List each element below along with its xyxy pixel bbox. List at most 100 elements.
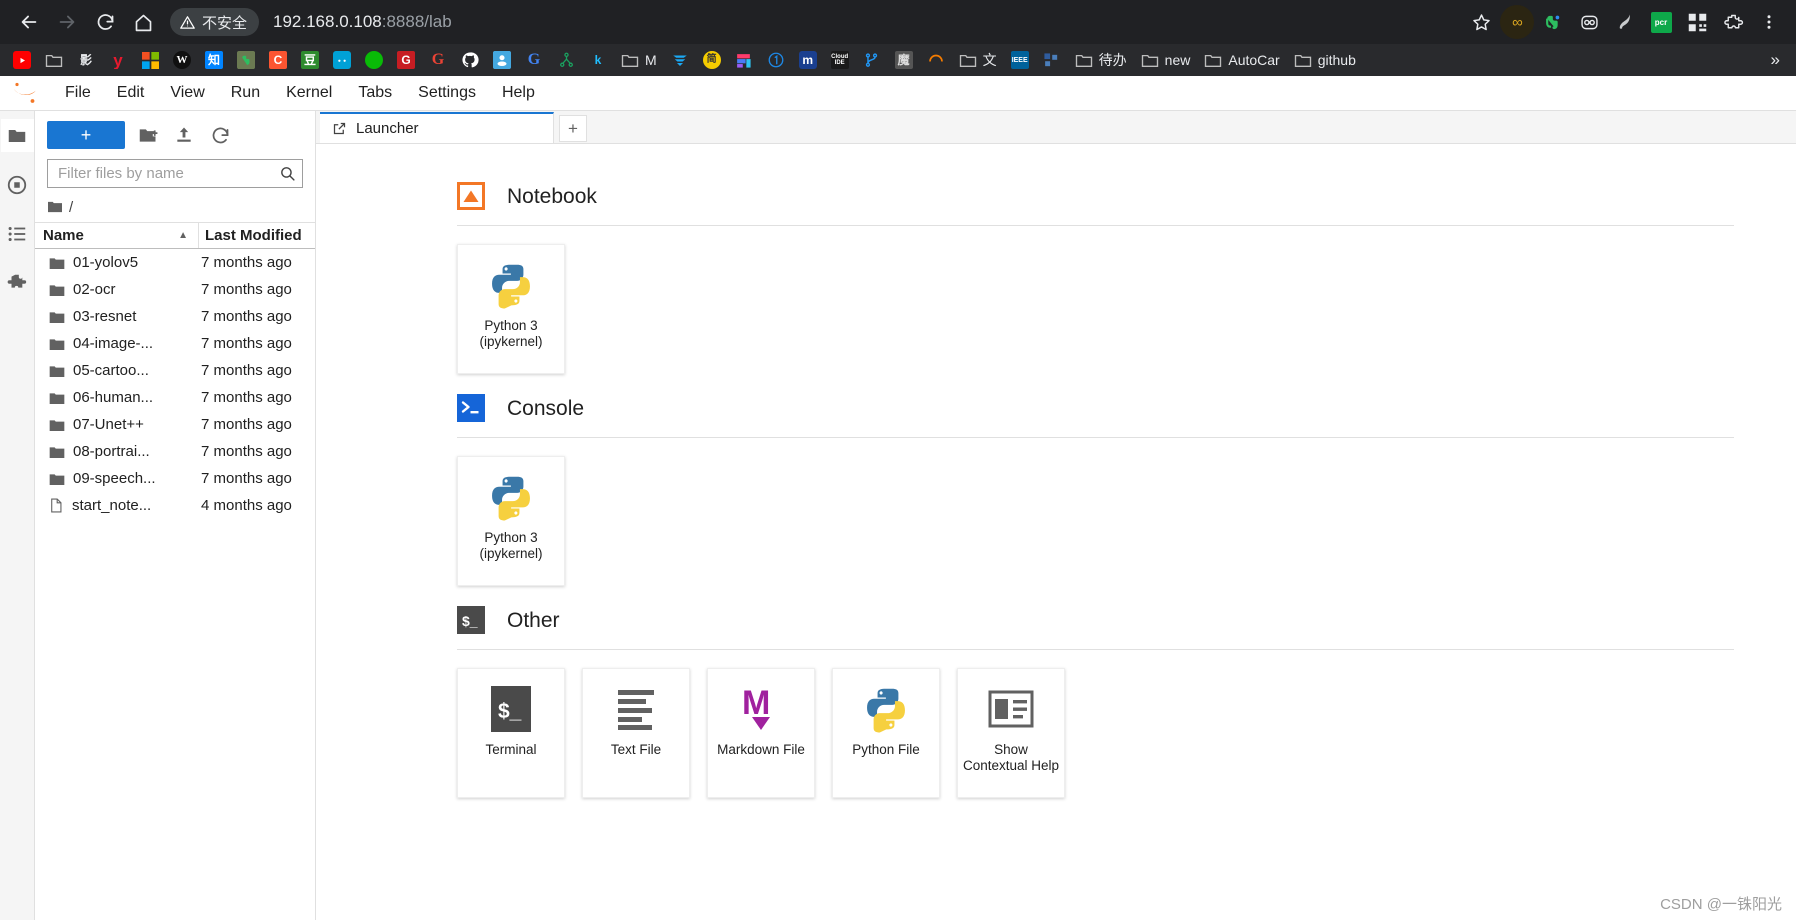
jupyter-logo-icon xyxy=(6,78,44,108)
sidebar-item-file-browser[interactable] xyxy=(0,119,34,152)
file-list-item[interactable]: 08-portrai... 7 months ago xyxy=(35,438,315,465)
upload-icon[interactable] xyxy=(171,122,197,148)
menu-edit[interactable]: Edit xyxy=(104,81,158,105)
bookmarks-overflow-button[interactable]: » xyxy=(1761,50,1790,70)
bookmark-item[interactable]: G xyxy=(390,48,422,72)
bookmark-item[interactable]: 影 xyxy=(70,48,102,72)
launcher-card[interactable]: Text File xyxy=(582,668,690,798)
bookmark-item[interactable]: github xyxy=(1287,48,1363,72)
bookmark-item[interactable]: G xyxy=(518,48,550,72)
launcher-card[interactable]: Python File xyxy=(832,668,940,798)
bookmark-item[interactable] xyxy=(230,48,262,72)
filter-files-field[interactable] xyxy=(47,159,303,188)
bookmark-item[interactable] xyxy=(1036,48,1068,72)
new-folder-icon[interactable] xyxy=(135,122,161,148)
bookmark-item[interactable]: IEEE xyxy=(1004,48,1036,72)
launcher-card[interactable]: Show Contextual Help xyxy=(957,668,1065,798)
file-list-item[interactable]: 05-cartoo... 7 months ago xyxy=(35,357,315,384)
bookmark-item[interactable]: M xyxy=(614,48,664,72)
qrcode-extension-icon[interactable] xyxy=(1680,5,1714,39)
add-tab-button[interactable]: + xyxy=(559,115,587,142)
file-list-item[interactable]: 01-yolov5 7 months ago xyxy=(35,249,315,276)
bookmark-item[interactable] xyxy=(134,48,166,72)
folder-icon xyxy=(49,256,65,270)
bookmark-item[interactable]: Cloud IDE xyxy=(824,48,856,72)
file-list-item[interactable]: start_note... 4 months ago xyxy=(35,492,315,519)
other-terminal-icon: $_ xyxy=(457,606,487,636)
bookmark-item[interactable]: 简 xyxy=(696,48,728,72)
bookmark-item[interactable] xyxy=(454,48,486,72)
sidebar-item-commands[interactable] xyxy=(1,217,34,250)
bookmark-item[interactable] xyxy=(326,48,358,72)
launcher-section: Notebook Python 3 (ipykernel) xyxy=(316,182,1796,388)
address-bar[interactable]: 不安全 192.168.0.108:8888/lab xyxy=(170,6,1456,38)
bookmark-item[interactable] xyxy=(486,48,518,72)
puzzle-extensions-icon[interactable] xyxy=(1716,5,1750,39)
bookmark-item[interactable] xyxy=(728,48,760,72)
menu-tabs[interactable]: Tabs xyxy=(345,81,405,105)
launcher-card[interactable]: Python 3 (ipykernel) xyxy=(457,456,565,586)
tab-launcher[interactable]: Launcher xyxy=(320,112,554,143)
launcher-card[interactable]: Python 3 (ipykernel) xyxy=(457,244,565,374)
sidebar-item-extension-manager[interactable] xyxy=(1,266,34,299)
bookmark-item[interactable] xyxy=(760,48,792,72)
launcher-card[interactable]: M Markdown File xyxy=(707,668,815,798)
bookmark-item[interactable] xyxy=(856,48,888,72)
file-list-item[interactable]: 03-resnet 7 months ago xyxy=(35,303,315,330)
bookmark-item[interactable] xyxy=(6,48,38,72)
back-button[interactable] xyxy=(10,3,48,41)
menu-run[interactable]: Run xyxy=(218,81,273,105)
bookmark-item[interactable] xyxy=(38,48,70,72)
bookmark-item[interactable]: C xyxy=(262,48,294,72)
bookmark-item[interactable]: new xyxy=(1134,48,1198,72)
bookmark-item[interactable]: AutoCar xyxy=(1197,48,1286,72)
file-list-item[interactable]: 06-human... 7 months ago xyxy=(35,384,315,411)
menu-kernel[interactable]: Kernel xyxy=(273,81,345,105)
refresh-icon[interactable] xyxy=(207,122,233,148)
bookmark-item[interactable]: 魔 xyxy=(888,48,920,72)
browser-menu-icon[interactable] xyxy=(1752,5,1786,39)
reload-button[interactable] xyxy=(86,3,124,41)
star-icon[interactable] xyxy=(1464,5,1498,39)
file-list-item[interactable]: 02-ocr 7 months ago xyxy=(35,276,315,303)
file-list-item[interactable]: 07-Unet++ 7 months ago xyxy=(35,411,315,438)
bookmark-item[interactable]: 豆 xyxy=(294,48,326,72)
home-button[interactable] xyxy=(124,3,162,41)
file-list-item[interactable]: 09-speech... 7 months ago xyxy=(35,465,315,492)
column-header-last-modified[interactable]: Last Modified xyxy=(199,223,315,248)
bird-extension-icon[interactable] xyxy=(1608,5,1642,39)
bookmark-item[interactable]: 文 xyxy=(952,47,1004,73)
sidebar-item-running-terminals[interactable] xyxy=(1,168,34,201)
infinity-extension-icon[interactable]: ∞ xyxy=(1500,5,1534,39)
file-modified: 7 months ago xyxy=(201,281,292,298)
bookmark-item[interactable]: W xyxy=(166,48,198,72)
breadcrumb[interactable]: / xyxy=(35,196,315,222)
bookmark-item[interactable]: m xyxy=(792,48,824,72)
bookmark-item[interactable]: 待办 xyxy=(1068,47,1134,73)
bookmark-item[interactable]: G xyxy=(422,48,454,72)
evernote-icon xyxy=(237,51,255,69)
new-launcher-button[interactable]: + xyxy=(47,121,125,149)
security-status-chip[interactable]: 不安全 xyxy=(170,8,260,36)
bookmark-item[interactable] xyxy=(358,48,390,72)
file-list: 01-yolov5 7 months ago 02-ocr 7 months ago 0… xyxy=(35,249,315,920)
menu-settings[interactable]: Settings xyxy=(405,81,489,105)
menu-file[interactable]: File xyxy=(52,81,104,105)
bookmark-item[interactable] xyxy=(550,48,582,72)
bookmark-item[interactable] xyxy=(664,48,696,72)
bookmark-item[interactable]: 知 xyxy=(198,48,230,72)
menu-view[interactable]: View xyxy=(157,81,217,105)
qr-scan-extension-icon[interactable]: pcr xyxy=(1644,5,1678,39)
url-text[interactable]: 192.168.0.108:8888/lab xyxy=(273,12,452,32)
bookmark-item[interactable]: k xyxy=(582,48,614,72)
menu-help[interactable]: Help xyxy=(489,81,548,105)
bookmark-item[interactable]: y xyxy=(102,48,134,72)
evernote-extension-icon[interactable] xyxy=(1536,5,1570,39)
launcher-card[interactable]: $_ Terminal xyxy=(457,668,565,798)
search-input[interactable] xyxy=(56,164,279,183)
file-list-item[interactable]: 04-image-... 7 months ago xyxy=(35,330,315,357)
pocket-extension-icon[interactable] xyxy=(1572,5,1606,39)
column-header-name[interactable]: Name ▲ xyxy=(35,223,199,248)
forward-button[interactable] xyxy=(48,3,86,41)
bookmark-item[interactable] xyxy=(920,48,952,72)
